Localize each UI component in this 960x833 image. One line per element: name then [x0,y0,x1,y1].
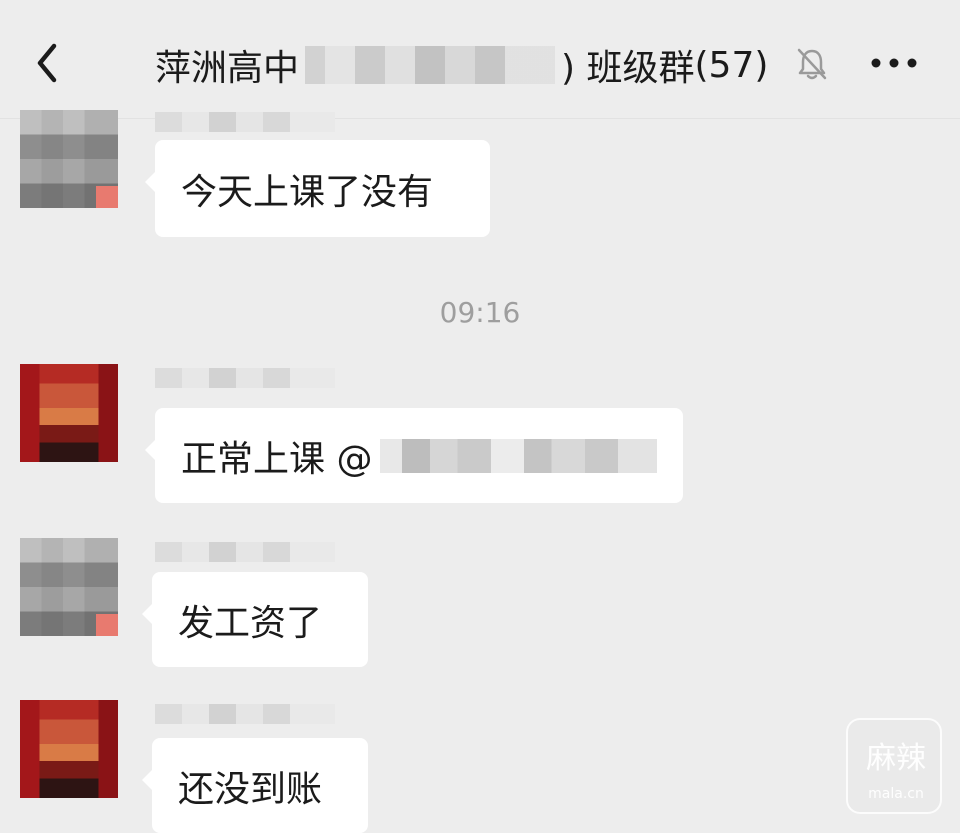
message-bubble[interactable]: 还没到账 [142,738,368,833]
member-count: (57) [694,44,769,86]
message-bubble[interactable]: 正常上课 @ [145,408,683,503]
group-name-suffix: ) 班级群 [561,48,695,89]
more-dots-icon[interactable] [868,50,920,76]
message-text: 发工资了 [178,602,323,644]
back-chevron-icon[interactable] [28,38,68,88]
message-bubble[interactable]: 今天上课了没有 [145,140,490,237]
group-name-prefix: 萍洲高中 [155,48,300,89]
sender-name-redacted [155,542,335,562]
message-text: 今天上课了没有 [181,171,434,213]
redacted-text [305,46,556,84]
avatar[interactable] [20,364,118,462]
message-text: 还没到账 [178,768,323,810]
chat-header: 萍洲高中 ) 班级群 (57) [0,0,960,119]
chat-title: 萍洲高中 ) 班级群 (57) [155,38,768,92]
bell-muted-icon [795,46,829,82]
avatar[interactable] [20,538,118,636]
svg-text:mala.cn: mala.cn [868,786,924,802]
svg-text:麻辣: 麻辣 [866,741,926,776]
message-timestamp: 09:16 [439,296,521,329]
sender-name-redacted [155,704,335,724]
sender-name-redacted [155,368,335,388]
avatar[interactable] [20,700,118,798]
mention-redacted [380,438,657,473]
sender-name-redacted [155,112,335,132]
message-text: 正常上课 @ [181,438,373,480]
message-bubble[interactable]: 发工资了 [142,572,368,667]
avatar[interactable] [20,110,118,208]
watermark-logo: 麻辣 mala.cn [846,718,942,814]
